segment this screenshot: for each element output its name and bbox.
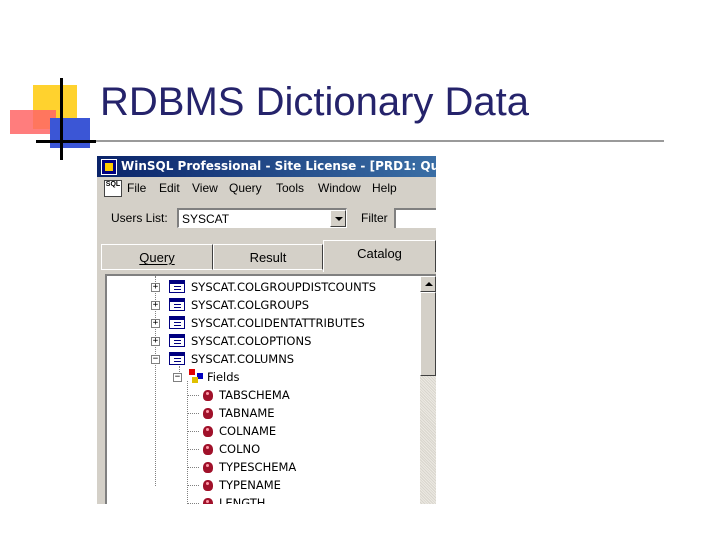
menu-bar: SQL File Edit View Query Tools Window He… xyxy=(97,178,436,198)
tab-catalog[interactable]: Catalog xyxy=(323,240,436,272)
tree-field-label: COLNAME xyxy=(219,424,277,438)
menu-edit[interactable]: Edit xyxy=(159,181,180,195)
tree-connector xyxy=(187,485,199,487)
fields-icon xyxy=(189,369,203,383)
field-icon xyxy=(203,426,213,437)
users-toolbar: Users List: SYSCAT Filter xyxy=(97,202,436,234)
menu-tools[interactable]: Tools xyxy=(276,181,304,195)
tree-table-label: SYSCAT.COLUMNS xyxy=(191,352,295,366)
menu-window[interactable]: Window xyxy=(318,181,361,195)
minus-box-icon[interactable]: − xyxy=(173,373,182,382)
tree-field-label: TABSCHEMA xyxy=(219,388,290,402)
tab-strip: Query Result Catalog xyxy=(97,240,436,272)
menu-query[interactable]: Query xyxy=(229,181,262,195)
field-icon xyxy=(203,444,213,455)
minus-box-icon[interactable]: − xyxy=(151,355,160,364)
menu-file[interactable]: File xyxy=(127,181,146,195)
field-icon xyxy=(203,498,213,504)
catalog-tree[interactable]: + SYSCAT.COLGROUPDISTCOUNTS + SYSCAT.COL… xyxy=(105,274,436,504)
window-title: WinSQL Professional - Site License - [PR… xyxy=(121,159,436,173)
window-titlebar[interactable]: WinSQL Professional - Site License - [PR… xyxy=(97,156,436,177)
plus-box-icon[interactable]: + xyxy=(151,319,160,328)
table-icon xyxy=(169,316,185,329)
winsql-window: WinSQL Professional - Site License - [PR… xyxy=(96,156,436,504)
table-icon xyxy=(169,298,185,311)
tree-connector xyxy=(187,449,199,451)
tree-table-label: SYSCAT.COLGROUPS xyxy=(191,298,310,312)
tree-connector xyxy=(187,503,199,504)
plus-box-icon[interactable]: + xyxy=(151,337,160,346)
tab-result[interactable]: Result xyxy=(213,244,323,270)
tree-field-label: LENGTH xyxy=(219,496,266,504)
tab-result-label: Result xyxy=(249,250,287,265)
tree-field-label: TYPESCHEMA xyxy=(219,460,297,474)
tree-table-label: SYSCAT.COLGROUPDISTCOUNTS xyxy=(191,280,377,294)
slide-title: RDBMS Dictionary Data xyxy=(100,80,530,124)
field-icon xyxy=(203,390,213,401)
field-icon xyxy=(203,480,213,491)
scroll-up-arrow-icon[interactable] xyxy=(420,276,436,292)
tree-field-label: TABNAME xyxy=(219,406,275,420)
menu-view[interactable]: View xyxy=(192,181,218,195)
tree-field-label: COLNO xyxy=(219,442,261,456)
decor-blue-square xyxy=(50,118,90,148)
decor-vertical-line xyxy=(60,78,63,160)
filter-label: Filter xyxy=(361,211,388,225)
tree-connector xyxy=(187,413,199,415)
mdi-document-icon[interactable]: SQL xyxy=(104,180,122,197)
tree-connector xyxy=(187,467,199,469)
tree-vertical-scrollbar[interactable] xyxy=(420,276,436,504)
plus-box-icon[interactable]: + xyxy=(151,301,160,310)
scroll-thumb[interactable] xyxy=(420,292,436,376)
chevron-down-icon[interactable] xyxy=(330,210,346,227)
table-icon xyxy=(169,334,185,347)
decor-title-rule xyxy=(36,140,664,142)
tree-field-label: TYPENAME xyxy=(219,478,281,492)
field-icon xyxy=(203,462,213,473)
tab-catalog-label: Catalog xyxy=(357,246,402,261)
table-icon xyxy=(169,352,185,365)
tab-query-label: Query xyxy=(139,250,175,265)
tree-table-label: SYSCAT.COLOPTIONS xyxy=(191,334,312,348)
filter-input[interactable] xyxy=(394,208,436,228)
users-list-label: Users List: xyxy=(111,211,168,225)
tree-fields-label: Fields xyxy=(207,370,240,384)
tab-query[interactable]: Query xyxy=(101,244,213,270)
tree-table-label: SYSCAT.COLIDENTATTRIBUTES xyxy=(191,316,365,330)
tree-connector xyxy=(187,431,199,433)
menu-help[interactable]: Help xyxy=(372,181,397,195)
decor-title-rule-accent xyxy=(36,140,96,143)
app-icon[interactable] xyxy=(101,159,117,175)
table-icon xyxy=(169,280,185,293)
field-icon xyxy=(203,408,213,419)
plus-box-icon[interactable]: + xyxy=(151,283,160,292)
users-list-combo[interactable]: SYSCAT xyxy=(177,208,347,228)
users-list-value: SYSCAT xyxy=(182,212,230,226)
tree-connector xyxy=(187,395,199,397)
